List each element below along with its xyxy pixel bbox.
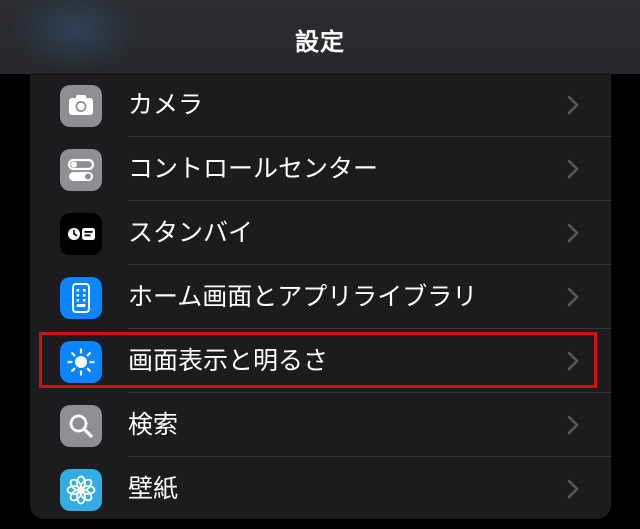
chevron-right-icon (567, 415, 579, 435)
chevron-right-icon (567, 95, 579, 115)
settings-item-standby[interactable]: スタンバイ (30, 201, 611, 265)
chevron-right-icon (567, 159, 579, 179)
wallpaper-icon (60, 469, 102, 511)
camera-icon (60, 85, 102, 127)
home-screen-icon (60, 277, 102, 319)
search-icon (60, 405, 102, 447)
chevron-right-icon (567, 351, 579, 371)
chevron-right-icon (567, 223, 579, 243)
settings-item-home-screen[interactable]: ホーム画面とアプリライブラリ (30, 265, 611, 329)
navigation-bar: 設定 (0, 0, 640, 74)
settings-item-label: コントロールセンター (128, 154, 379, 183)
settings-item-control-center[interactable]: コントロールセンター (30, 137, 611, 201)
chevron-right-icon (567, 287, 579, 307)
settings-item-label: ホーム画面とアプリライブラリ (128, 282, 478, 311)
settings-item-label: 画面表示と明るさ (128, 346, 329, 375)
settings-item-label: 壁紙 (128, 474, 179, 503)
brightness-icon (60, 341, 102, 383)
settings-item-label: 検索 (128, 410, 179, 439)
toggles-icon (60, 149, 102, 191)
page-title: 設定 (295, 28, 345, 56)
standby-icon (60, 213, 102, 255)
chevron-right-icon (567, 479, 579, 499)
settings-item-label: スタンバイ (128, 218, 254, 247)
settings-item-camera[interactable]: カメラ (30, 73, 611, 137)
settings-item-wallpaper[interactable]: 壁紙 (30, 457, 611, 521)
settings-item-search[interactable]: 検索 (30, 393, 611, 457)
settings-item-display-brightness[interactable]: 画面表示と明るさ (30, 329, 611, 393)
settings-item-label: カメラ (128, 90, 204, 119)
